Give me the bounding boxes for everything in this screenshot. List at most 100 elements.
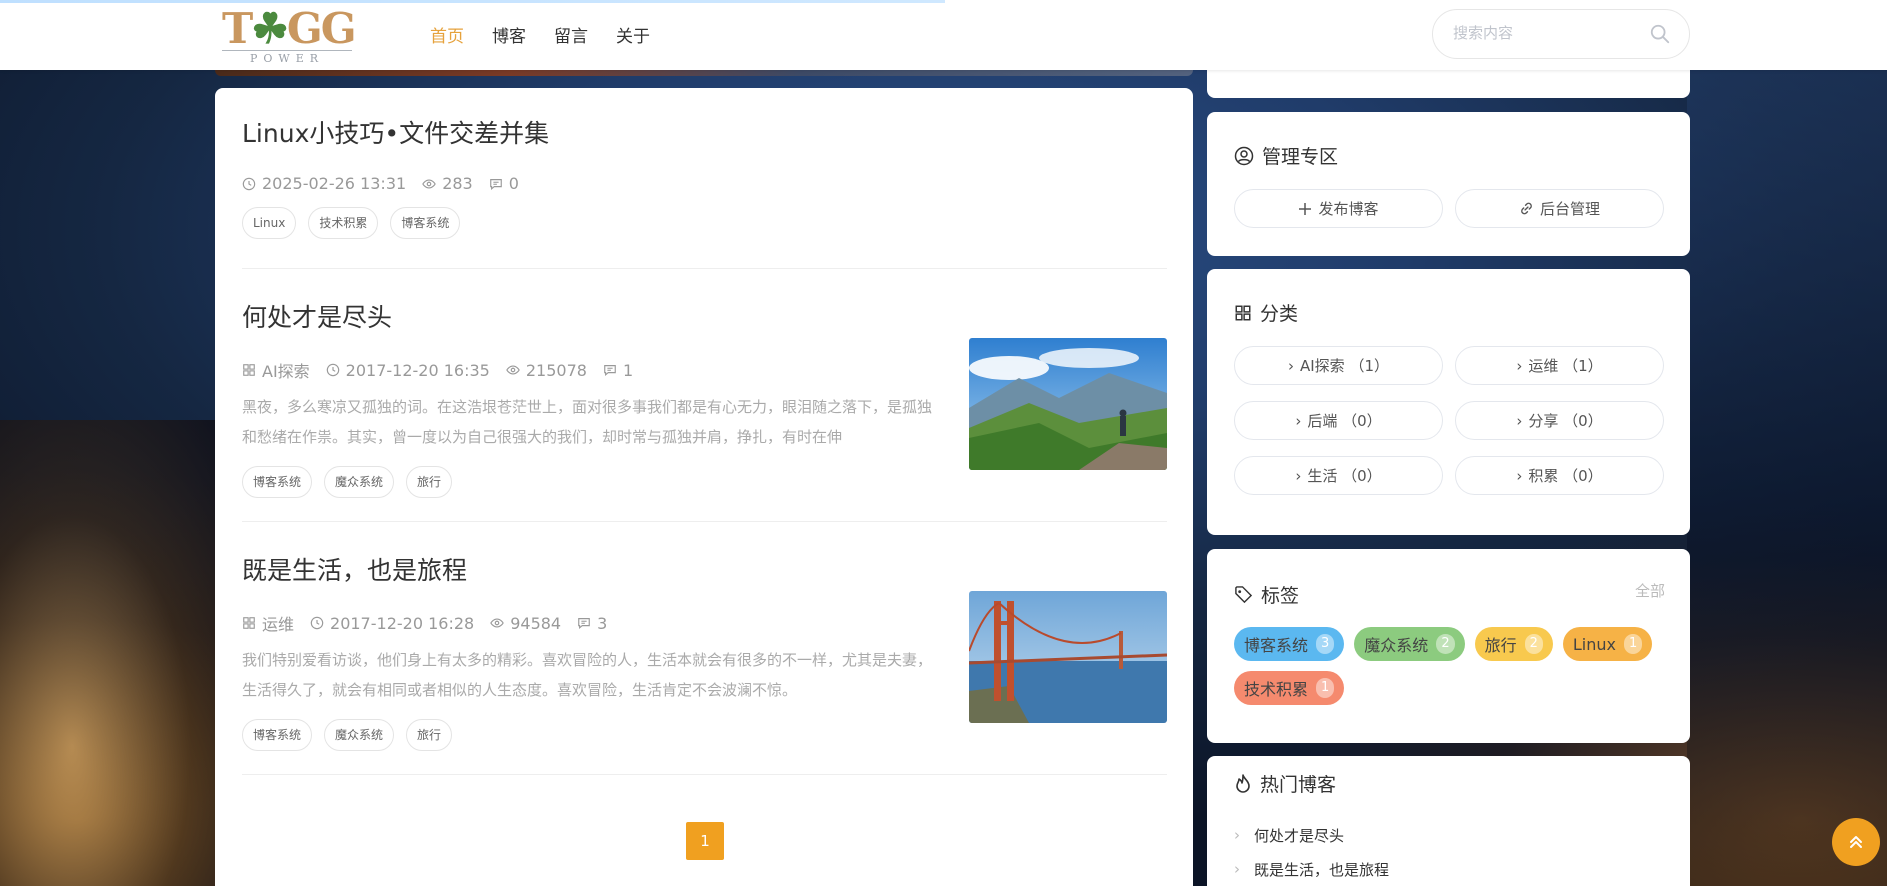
- post-category[interactable]: 运维: [242, 611, 294, 635]
- back-to-top-button[interactable]: [1832, 818, 1880, 866]
- post-views: 283: [422, 174, 473, 193]
- plus-icon: [1299, 202, 1312, 215]
- admin-panel-header: 管理专区: [1234, 142, 1338, 169]
- tag-chip[interactable]: 魔众系统: [324, 466, 395, 498]
- publish-blog-button[interactable]: 发布博客: [1234, 189, 1443, 228]
- tag-chip[interactable]: 魔众系统: [324, 719, 395, 751]
- search-icon[interactable]: [1649, 23, 1671, 49]
- category-panel: 分类 › AI探索 （1） › 运维 （1） › 后端 （0） › 分享 （0） › 生活…: [1207, 269, 1690, 535]
- clock-icon: [242, 177, 256, 190]
- post-title[interactable]: Linux小技巧•文件交差并集: [242, 114, 1167, 150]
- hot-blog-item[interactable]: › 何处才是尽头: [1234, 818, 1389, 852]
- tag-cloud-item[interactable]: 技术积累 1: [1234, 671, 1345, 705]
- post-comments: 0: [489, 174, 519, 193]
- category-panel-header: 分类: [1234, 299, 1298, 326]
- fire-icon: [1236, 773, 1250, 793]
- post-list: Linux小技巧•文件交差并集 2025-02-26 13:31 283 0 L…: [215, 88, 1193, 886]
- tag-chip[interactable]: 博客系统: [242, 719, 313, 751]
- post-views: 94584: [490, 614, 561, 633]
- post-title[interactable]: 何处才是尽头: [242, 298, 1167, 334]
- tag-panel: 标签 全部 博客系统 3 魔众系统 2 旅行 2 Linux 1 技术积累 1: [1207, 549, 1690, 743]
- hot-blog-panel-header: 热门博客: [1234, 770, 1336, 797]
- divider: [242, 774, 1167, 775]
- grid-icon: [243, 364, 255, 376]
- comment-icon: [604, 365, 616, 377]
- chevron-right-icon: ›: [1288, 356, 1294, 375]
- tag-panel-title: 标签: [1261, 585, 1300, 607]
- grid-icon: [243, 617, 255, 629]
- tag-cloud-item[interactable]: 魔众系统 2: [1354, 627, 1465, 661]
- logo-mark: T☘GG: [222, 4, 357, 53]
- post-item: 既是生活，也是旅程 运维 2017-12-20 16:28 94584 3 我们…: [242, 551, 1167, 751]
- hot-blog-panel-title: 热门博客: [1260, 774, 1337, 796]
- user-circle-icon: [1234, 146, 1254, 165]
- loading-bar: [0, 0, 945, 3]
- tag-icon: [1235, 586, 1253, 604]
- post-title[interactable]: 既是生活，也是旅程: [242, 551, 1167, 587]
- post-category[interactable]: AI探索: [242, 358, 310, 382]
- tag-cloud: 博客系统 3 魔众系统 2 旅行 2 Linux 1 技术积累 1: [1234, 627, 1664, 705]
- post-item: Linux小技巧•文件交差并集 2025-02-26 13:31 283 0 L…: [242, 114, 1167, 239]
- chevron-right-icon: ›: [1516, 411, 1523, 430]
- post-item: 何处才是尽头 AI探索 2017-12-20 16:35 215078 1 黑夜…: [242, 298, 1167, 498]
- post-meta: 2025-02-26 13:31 283 0: [242, 174, 1167, 193]
- chevron-right-icon: ›: [1295, 466, 1302, 485]
- post-excerpt: 我们特别爱看访谈，他们身上有太多的精彩。喜欢冒险的人，生活本就会有很多的不一样，…: [242, 651, 933, 699]
- post-thumbnail-mountain[interactable]: [969, 338, 1167, 470]
- tag-cloud-item[interactable]: 博客系统 3: [1234, 627, 1345, 661]
- link-icon: [1521, 202, 1532, 215]
- post-comments: 1: [603, 361, 633, 380]
- post-tags: Linux 技术积累 博客系统: [242, 207, 1167, 239]
- hot-blog-panel: 热门博客 › 何处才是尽头 › 既是生活，也是旅程: [1207, 756, 1690, 886]
- main-nav: 首页 博客 留言 关于: [430, 22, 650, 47]
- hot-blog-item[interactable]: › 既是生活，也是旅程: [1234, 852, 1389, 886]
- chevron-right-icon: ›: [1516, 356, 1523, 375]
- grid-icon: [1235, 305, 1251, 320]
- post-thumbnail-bridge[interactable]: [969, 591, 1167, 723]
- tag-cloud-item[interactable]: 旅行 2: [1474, 627, 1553, 661]
- chevron-right-icon: ›: [1234, 826, 1240, 844]
- category-item[interactable]: › AI探索 （1）: [1234, 346, 1443, 385]
- category-item[interactable]: › 分享 （0）: [1455, 401, 1664, 440]
- chevron-right-icon: ›: [1295, 411, 1302, 430]
- admin-panel: 管理专区 发布博客 后台管理: [1207, 112, 1690, 256]
- chevron-right-icon: ›: [1234, 860, 1240, 878]
- tag-chip[interactable]: 旅行: [406, 466, 453, 498]
- hot-blog-list: › 何处才是尽头 › 既是生活，也是旅程: [1234, 818, 1389, 886]
- page-button-current[interactable]: 1: [686, 822, 724, 860]
- tags-all-link[interactable]: 全部: [1635, 580, 1665, 601]
- category-item[interactable]: › 后端 （0）: [1234, 401, 1443, 440]
- tag-chip[interactable]: 博客系统: [242, 466, 313, 498]
- post-comments: 3: [577, 614, 607, 633]
- nav-home[interactable]: 首页: [430, 22, 464, 47]
- backend-admin-button[interactable]: 后台管理: [1455, 189, 1664, 228]
- tag-panel-header: 标签: [1234, 581, 1299, 608]
- eye-icon: [490, 618, 504, 628]
- tag-chip[interactable]: 旅行: [406, 719, 453, 751]
- post-tags: 博客系统 魔众系统 旅行: [242, 719, 1167, 751]
- post-tags: 博客系统 魔众系统 旅行: [242, 466, 1167, 498]
- post-date: 2017-12-20 16:35: [326, 361, 490, 380]
- comment-icon: [578, 618, 590, 630]
- tag-chip[interactable]: Linux: [242, 207, 297, 239]
- tag-cloud-item[interactable]: Linux 1: [1562, 627, 1653, 661]
- divider: [242, 521, 1167, 522]
- nav-guestbook[interactable]: 留言: [554, 22, 588, 47]
- post-date: 2017-12-20 16:28: [310, 614, 474, 633]
- tag-chip[interactable]: 技术积累: [308, 207, 379, 239]
- post-views: 215078: [506, 361, 587, 380]
- category-item[interactable]: › 运维 （1）: [1455, 346, 1664, 385]
- eye-icon: [506, 365, 520, 375]
- nav-about[interactable]: 关于: [616, 22, 650, 47]
- divider: [242, 268, 1167, 269]
- category-item[interactable]: › 生活 （0）: [1234, 456, 1443, 495]
- top-navbar: T☘GG POWER 首页 博客 留言 关于: [0, 0, 1887, 70]
- nav-blog[interactable]: 博客: [492, 22, 526, 47]
- search-input[interactable]: [1453, 24, 1643, 42]
- tag-chip[interactable]: 博客系统: [390, 207, 461, 239]
- category-item[interactable]: › 积累 （0）: [1455, 456, 1664, 495]
- site-logo[interactable]: T☘GG POWER: [222, 4, 362, 65]
- clock-icon: [326, 363, 339, 377]
- comment-icon: [489, 178, 502, 190]
- post-date: 2025-02-26 13:31: [242, 174, 406, 193]
